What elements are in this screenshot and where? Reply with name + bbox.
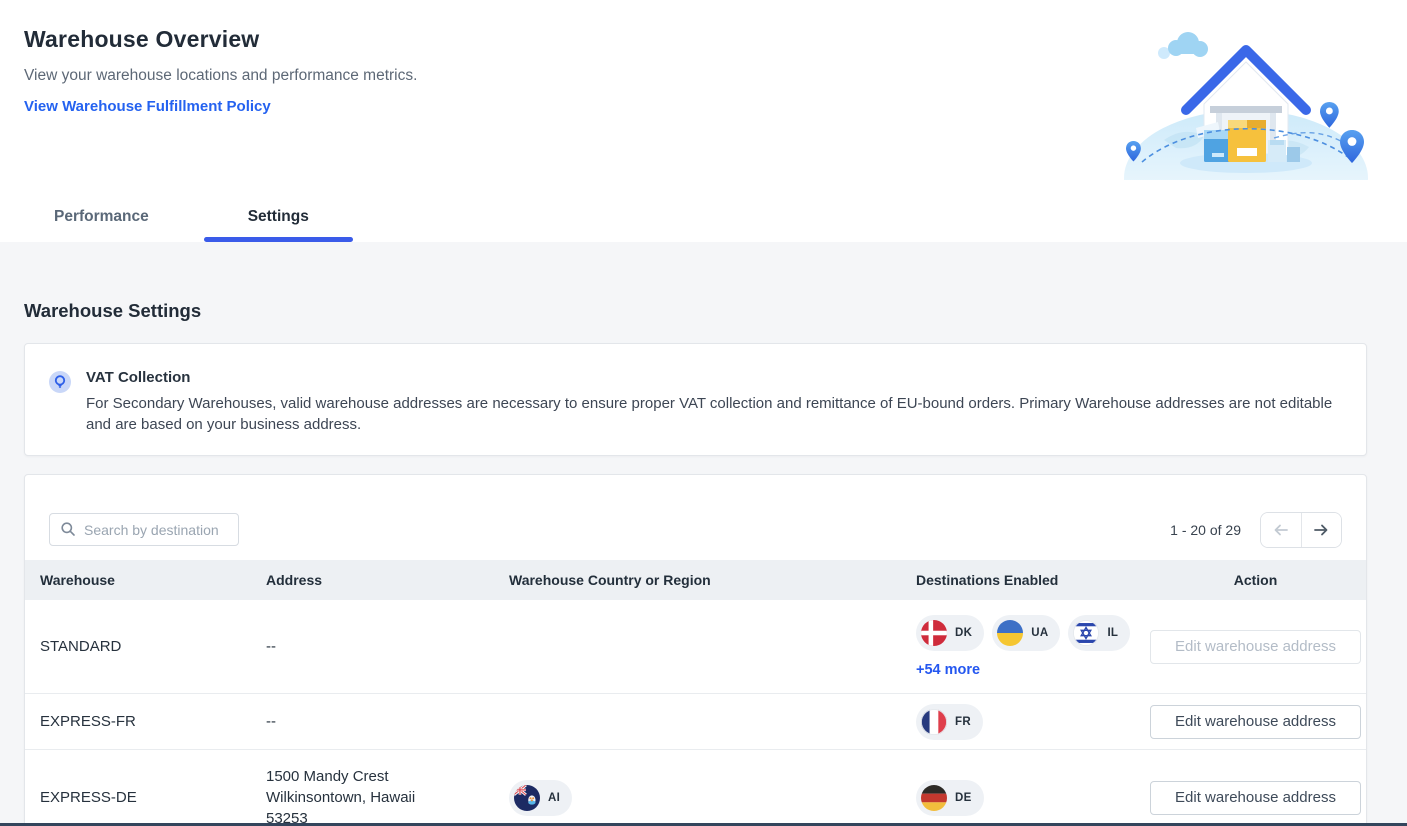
destination-chip: UA — [992, 615, 1060, 651]
table-toolbar: 1 - 20 of 29 — [25, 475, 1366, 560]
destination-chip: AI — [509, 780, 572, 816]
vat-notice-body: For Secondary Warehouses, valid warehous… — [86, 393, 1338, 435]
warehouse-overview-page: Warehouse Overview View your warehouse l… — [0, 0, 1407, 826]
column-header-country-region: Warehouse Country or Region — [509, 572, 916, 588]
edit-warehouse-address-button[interactable]: Edit warehouse address — [1150, 705, 1361, 739]
map-pin-icon — [1320, 102, 1339, 128]
warehouse-address: -- — [266, 636, 509, 657]
arrow-right-icon — [1312, 522, 1330, 538]
country-code-label: FR — [955, 716, 971, 728]
pagination-range: 1 - 20 of 29 — [1170, 522, 1241, 538]
action-cell: Edit warehouse address — [1143, 630, 1367, 664]
search-input[interactable] — [49, 513, 239, 546]
destination-chip: FR — [916, 704, 983, 740]
tab-settings[interactable]: Settings — [204, 208, 353, 242]
country-code-label: DE — [955, 792, 972, 804]
action-cell: Edit warehouse address — [1143, 781, 1367, 815]
country-code-label: IL — [1107, 627, 1118, 639]
vat-notice-title: VAT Collection — [86, 369, 1338, 386]
table-row: EXPRESS-DE1500 Mandy CrestWilkinsontown,… — [25, 750, 1366, 826]
cloud-icon — [1158, 32, 1208, 59]
destination-chip: IL — [1068, 615, 1130, 651]
flag-dk-icon — [921, 620, 947, 646]
destinations-enabled: FR — [916, 704, 1143, 740]
warehouse-address: -- — [266, 711, 509, 732]
flag-de-icon — [921, 785, 947, 811]
table-row: EXPRESS-FR-- FR Edit warehouse address — [25, 694, 1366, 750]
warehouse-name: STANDARD — [25, 638, 266, 655]
edit-warehouse-address-button[interactable]: Edit warehouse address — [1150, 781, 1361, 815]
tab-performance[interactable]: Performance — [54, 208, 149, 242]
table-row: STANDARD-- DK UA IL +54 more Edit warehouse a… — [25, 600, 1366, 694]
section-heading: Warehouse Settings — [24, 300, 1367, 322]
warehouse-table-card: 1 - 20 of 29 — [24, 474, 1367, 826]
destination-chip: DK — [916, 615, 984, 651]
settings-content: Warehouse Settings VAT Collection For Se… — [0, 242, 1407, 826]
search-box — [49, 513, 239, 546]
warehouse-name: EXPRESS-FR — [25, 713, 266, 730]
warehouse-country-region: AI — [509, 780, 916, 816]
fulfillment-policy-link[interactable]: View Warehouse Fulfillment Policy — [24, 98, 271, 115]
pagination-controls — [1260, 512, 1342, 548]
search-icon — [60, 521, 76, 537]
flag-fr-icon — [921, 709, 947, 735]
action-cell: Edit warehouse address — [1143, 705, 1367, 739]
table-header-row: Warehouse Address Warehouse Country or R… — [25, 560, 1366, 600]
flag-il-icon — [1073, 620, 1099, 646]
warehouse-globe-illustration — [1124, 10, 1369, 180]
country-code-label: UA — [1031, 627, 1048, 639]
arrow-left-icon — [1272, 522, 1290, 538]
country-code-label: DK — [955, 627, 972, 639]
flag-ai-icon — [514, 785, 540, 811]
warehouse-name: EXPRESS-DE — [25, 789, 266, 806]
edit-warehouse-address-button[interactable]: Edit warehouse address — [1150, 630, 1361, 664]
page-header: Warehouse Overview View your warehouse l… — [0, 0, 1407, 200]
destination-chip: DE — [916, 780, 984, 816]
country-code-label: AI — [548, 792, 560, 804]
previous-page-button[interactable] — [1261, 513, 1301, 547]
table-body: STANDARD--DKUAIL+54 moreEdit warehouse a… — [25, 600, 1366, 826]
next-page-button[interactable] — [1301, 513, 1342, 547]
warehouse-address: 1500 Mandy CrestWilkinsontown, Hawaii532… — [266, 766, 509, 826]
more-destinations-link[interactable]: +54 more — [916, 662, 980, 678]
column-header-destinations: Destinations Enabled — [916, 572, 1143, 588]
tab-bar: Performance Settings — [0, 200, 1407, 242]
vat-collection-notice: VAT Collection For Secondary Warehouses,… — [24, 343, 1367, 456]
column-header-address: Address — [266, 570, 509, 591]
lightbulb-icon — [49, 371, 71, 393]
column-header-warehouse: Warehouse — [25, 572, 266, 588]
destinations-enabled: DE — [916, 780, 1143, 816]
column-header-action: Action — [1143, 572, 1367, 588]
flag-ua-icon — [997, 620, 1023, 646]
destinations-enabled: DK UA IL +54 more — [916, 615, 1143, 678]
